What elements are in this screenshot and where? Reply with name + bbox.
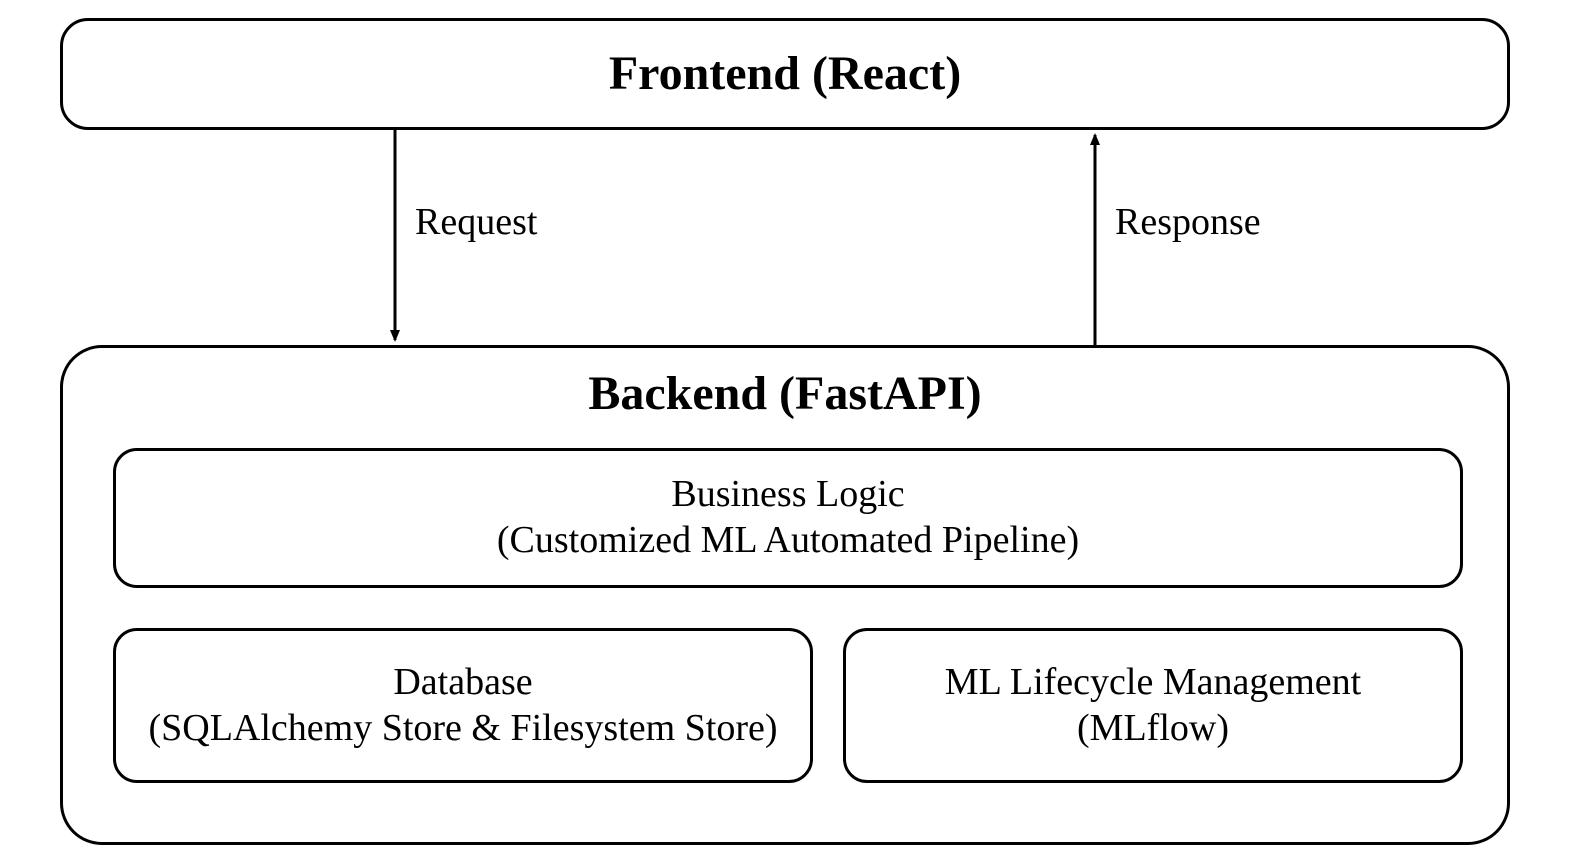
database-line1: Database [393,660,532,706]
backend-title: Backend (FastAPI) [63,366,1507,421]
database-box: Database (SQLAlchemy Store & Filesystem … [113,628,813,783]
ml-lifecycle-line1: ML Lifecycle Management [945,660,1361,706]
business-logic-line1: Business Logic [671,472,904,518]
database-line2: (SQLAlchemy Store & Filesystem Store) [148,706,777,752]
business-logic-line2: (Customized ML Automated Pipeline) [497,518,1079,564]
request-label: Request [415,200,537,244]
backend-box: Backend (FastAPI) Business Logic (Custom… [60,345,1510,845]
frontend-title: Frontend (React) [609,46,961,101]
ml-lifecycle-line2: (MLflow) [1077,706,1229,752]
response-label: Response [1115,200,1261,244]
business-logic-box: Business Logic (Customized ML Automated … [113,448,1463,588]
ml-lifecycle-box: ML Lifecycle Management (MLflow) [843,628,1463,783]
frontend-box: Frontend (React) [60,18,1510,130]
